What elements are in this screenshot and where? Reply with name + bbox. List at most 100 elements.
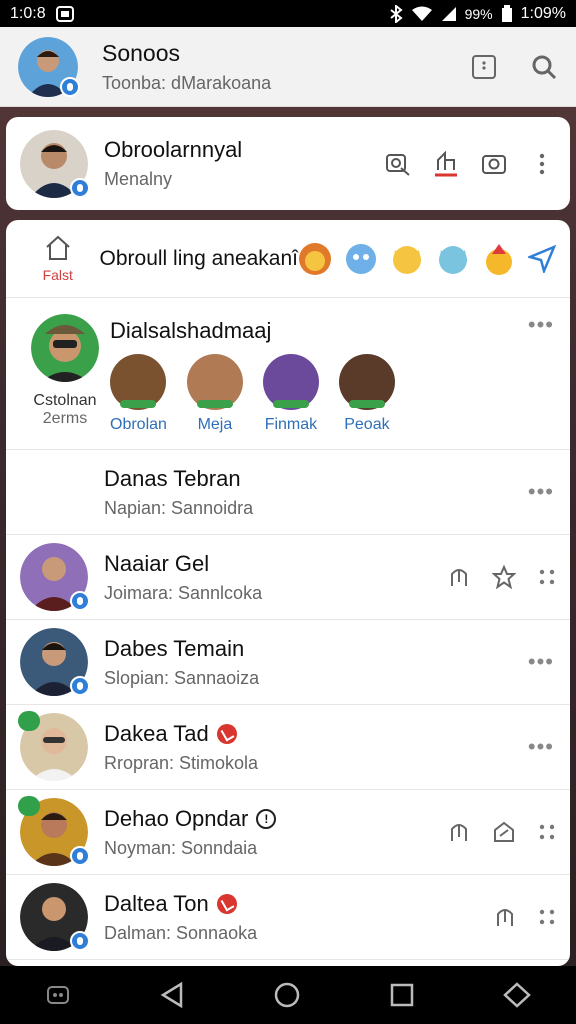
member-item[interactable]: Obrolan	[110, 354, 167, 434]
profile-avatar[interactable]	[18, 36, 80, 97]
group-count: 2erms	[42, 410, 88, 427]
home-label: Falst	[42, 266, 73, 283]
app-header: Sonoos Toonba: dMarakoana	[0, 27, 576, 107]
group-row[interactable]: Cstolnan 2erms Dialsalshadmaaj Obrolan M…	[6, 298, 570, 450]
chat-name: Naaiar Gel	[104, 550, 210, 576]
star-icon[interactable]	[492, 565, 516, 589]
chat-preview: Noyman: Sonndaia	[104, 837, 258, 858]
chat-preview: Dalman: Sonnaoka	[104, 922, 258, 943]
blue-cat-emoji-icon[interactable]	[436, 242, 470, 276]
mute-icon[interactable]	[448, 564, 470, 590]
status-time: 1:0:8	[10, 4, 46, 22]
app-drawer-icon[interactable]	[44, 981, 72, 1009]
member-avatar	[186, 354, 243, 410]
mute-icon[interactable]	[494, 904, 516, 930]
chat-row[interactable]: Daltea Ton Dalman: Sonnaoka	[6, 875, 570, 960]
more-options-icon[interactable]: •••	[528, 312, 554, 338]
chat-name: Dabes Temain	[104, 635, 245, 661]
group-title: Dialsalshadmaaj	[110, 318, 272, 343]
priority-icon	[216, 893, 237, 914]
battery-icon	[501, 4, 513, 23]
status-row[interactable]: Falst Obroull ling aneakanî	[6, 220, 570, 298]
chat-row[interactable]: Naaiar Gel Joimara: Sannlcoka	[6, 535, 570, 620]
chat-name: Dakea Tad	[104, 721, 556, 747]
chat-list: Falst Obroull ling aneakanî Cstolnan 2er…	[6, 220, 570, 966]
chat-avatar[interactable]	[18, 796, 90, 866]
online-tag-icon	[18, 796, 40, 816]
search-icon[interactable]	[530, 53, 558, 81]
camera-icon[interactable]	[480, 150, 508, 178]
member-name: Obrolan	[110, 416, 167, 433]
header-title: Sonoos	[102, 39, 181, 66]
chat-row[interactable]: Dabes Temain Slopian: Sannaoiza •••	[6, 620, 570, 705]
chat-avatar[interactable]	[20, 543, 90, 611]
menu-icon[interactable]	[470, 53, 498, 81]
blue-creature-emoji-icon[interactable]	[344, 242, 378, 276]
camera-search-icon[interactable]	[384, 150, 412, 178]
chat-name: Daltea Ton	[104, 891, 494, 917]
verified-badge-icon	[70, 931, 90, 951]
chat-preview: Joimara: Sannlcoka	[104, 582, 263, 603]
header-subtitle: Toonba: dMarakoana	[102, 72, 272, 93]
verified-badge-icon	[70, 177, 90, 198]
priority-icon	[216, 723, 237, 744]
notification-icon	[55, 5, 74, 22]
verified-badge-icon	[60, 76, 80, 97]
contact-name: Obroolarnnyal	[104, 137, 243, 162]
chat-avatar[interactable]	[20, 628, 90, 696]
member-avatar	[262, 354, 319, 410]
group-avatar[interactable]	[31, 314, 99, 382]
chat-row[interactable]: Dakea Tad Rropran: Stimokola •••	[6, 705, 570, 790]
battery-percent: 99%	[464, 5, 493, 22]
member-name: Finmak	[264, 416, 318, 433]
drag-handle-icon[interactable]	[538, 908, 556, 926]
send-icon[interactable]	[528, 244, 556, 273]
verified-badge-icon	[70, 591, 90, 611]
member-item[interactable]: Meja	[186, 354, 243, 434]
reaction-row	[298, 242, 556, 276]
drag-handle-icon[interactable]	[538, 568, 556, 586]
chat-row[interactable]: Danas Tebran Napian: Sannoidra •••	[6, 450, 570, 535]
back-icon[interactable]	[159, 981, 185, 1009]
verified-badge-icon	[70, 676, 90, 696]
more-options-icon[interactable]: •••	[528, 734, 554, 760]
more-vertical-icon[interactable]	[528, 150, 556, 178]
wifi-icon	[411, 6, 433, 22]
member-item[interactable]: Finmak	[262, 354, 319, 434]
member-name: Peoak	[344, 416, 390, 433]
home-column[interactable]: Falst	[20, 235, 96, 283]
member-item[interactable]: Peoak	[338, 354, 395, 434]
signal-icon	[441, 6, 457, 22]
chat-row[interactable]: Dehao Opndar! Noyman: Sonndaia	[6, 790, 570, 875]
chat-preview: Rropran: Stimokola	[104, 752, 259, 773]
status-bar: 1:0:8 99% 1:09%	[0, 0, 576, 27]
info-icon: !	[256, 808, 277, 829]
chat-name: Dehao Opndar!	[104, 806, 448, 832]
party-emoji-icon[interactable]	[482, 242, 516, 276]
contact-card[interactable]: Obroolarnnyal Menalny	[6, 117, 570, 210]
cat-emoji-icon[interactable]	[390, 242, 424, 276]
group-caption: Cstolnan	[33, 392, 97, 409]
contact-status: Menalny	[104, 169, 173, 189]
member-name: Meja	[197, 416, 233, 433]
chat-avatar[interactable]	[18, 711, 88, 781]
chat-name: Danas Tebran	[104, 465, 241, 491]
pin-icon[interactable]	[492, 820, 516, 844]
lion-emoji-icon[interactable]	[298, 242, 332, 276]
member-avatar	[110, 354, 167, 410]
status-clock-right: 1:09%	[520, 4, 566, 22]
mute-icon[interactable]	[448, 819, 470, 845]
more-options-icon[interactable]: •••	[528, 649, 554, 675]
member-list: Obrolan Meja Finmak Peoak	[110, 354, 556, 434]
home-nav-icon[interactable]	[273, 981, 301, 1009]
verified-badge-icon	[70, 846, 90, 866]
status-text: Obroull ling aneakanî	[99, 246, 298, 270]
assistant-icon[interactable]	[502, 981, 532, 1009]
upload-icon[interactable]	[432, 150, 460, 178]
bluetooth-icon	[389, 4, 403, 23]
recents-icon[interactable]	[389, 982, 415, 1008]
contact-avatar[interactable]	[20, 129, 90, 198]
chat-avatar[interactable]	[20, 883, 90, 951]
more-options-icon[interactable]: •••	[528, 479, 554, 505]
drag-handle-icon[interactable]	[538, 823, 556, 841]
